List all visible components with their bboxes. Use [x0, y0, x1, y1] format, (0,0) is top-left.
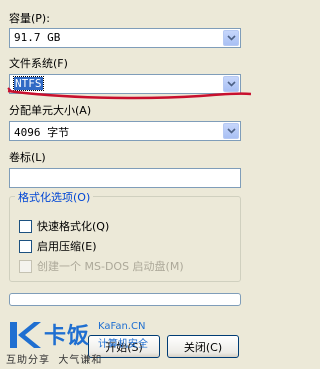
- filesystem-label: 文件系统(F): [9, 57, 68, 70]
- capacity-label: 容量(P):: [9, 12, 50, 25]
- capacity-dropdown[interactable]: 91.7 GB: [9, 28, 241, 48]
- volume-label-label: 卷标(L): [9, 151, 46, 164]
- msdos-startup-label: 创建一个 MS-DOS 启动盘(M): [37, 260, 184, 273]
- format-progress-bar: [9, 293, 241, 306]
- quick-format-label: 快速格式化(Q): [37, 220, 110, 233]
- kafan-logo-icon: [10, 322, 41, 348]
- kafan-domain-text: KaFan.CN: [98, 321, 146, 332]
- kafan-tagline-text: 互助分享 大气谦和: [6, 355, 103, 366]
- format-options-title: 格式化选项(O): [15, 189, 94, 205]
- capacity-value: 91.7 GB: [14, 31, 61, 44]
- allocation-value: 4096 字节: [14, 126, 70, 139]
- kafan-brand-text: 卡饭: [44, 324, 91, 349]
- msdos-startup-option: 创建一个 MS-DOS 启动盘(M): [19, 258, 184, 274]
- compression-option[interactable]: 启用压缩(E): [19, 238, 97, 254]
- allocation-dropdown[interactable]: 4096 字节: [9, 121, 241, 141]
- close-button[interactable]: 关闭(C): [167, 335, 239, 358]
- quick-format-option[interactable]: 快速格式化(Q): [19, 218, 109, 234]
- quick-format-checkbox[interactable]: [19, 219, 32, 233]
- chevron-down-icon[interactable]: [223, 30, 239, 46]
- chevron-down-icon[interactable]: [223, 123, 239, 139]
- compression-checkbox[interactable]: [19, 239, 32, 253]
- kafan-watermark: 卡饭 KaFan.CN 计算机安全 互助分享 大气谦和: [6, 318, 176, 366]
- volume-label-input[interactable]: [9, 168, 241, 188]
- compression-label: 启用压缩(E): [37, 240, 97, 253]
- msdos-startup-checkbox: [19, 259, 32, 273]
- allocation-label: 分配单元大小(A): [9, 104, 92, 117]
- kafan-security-text: 计算机安全: [98, 339, 148, 350]
